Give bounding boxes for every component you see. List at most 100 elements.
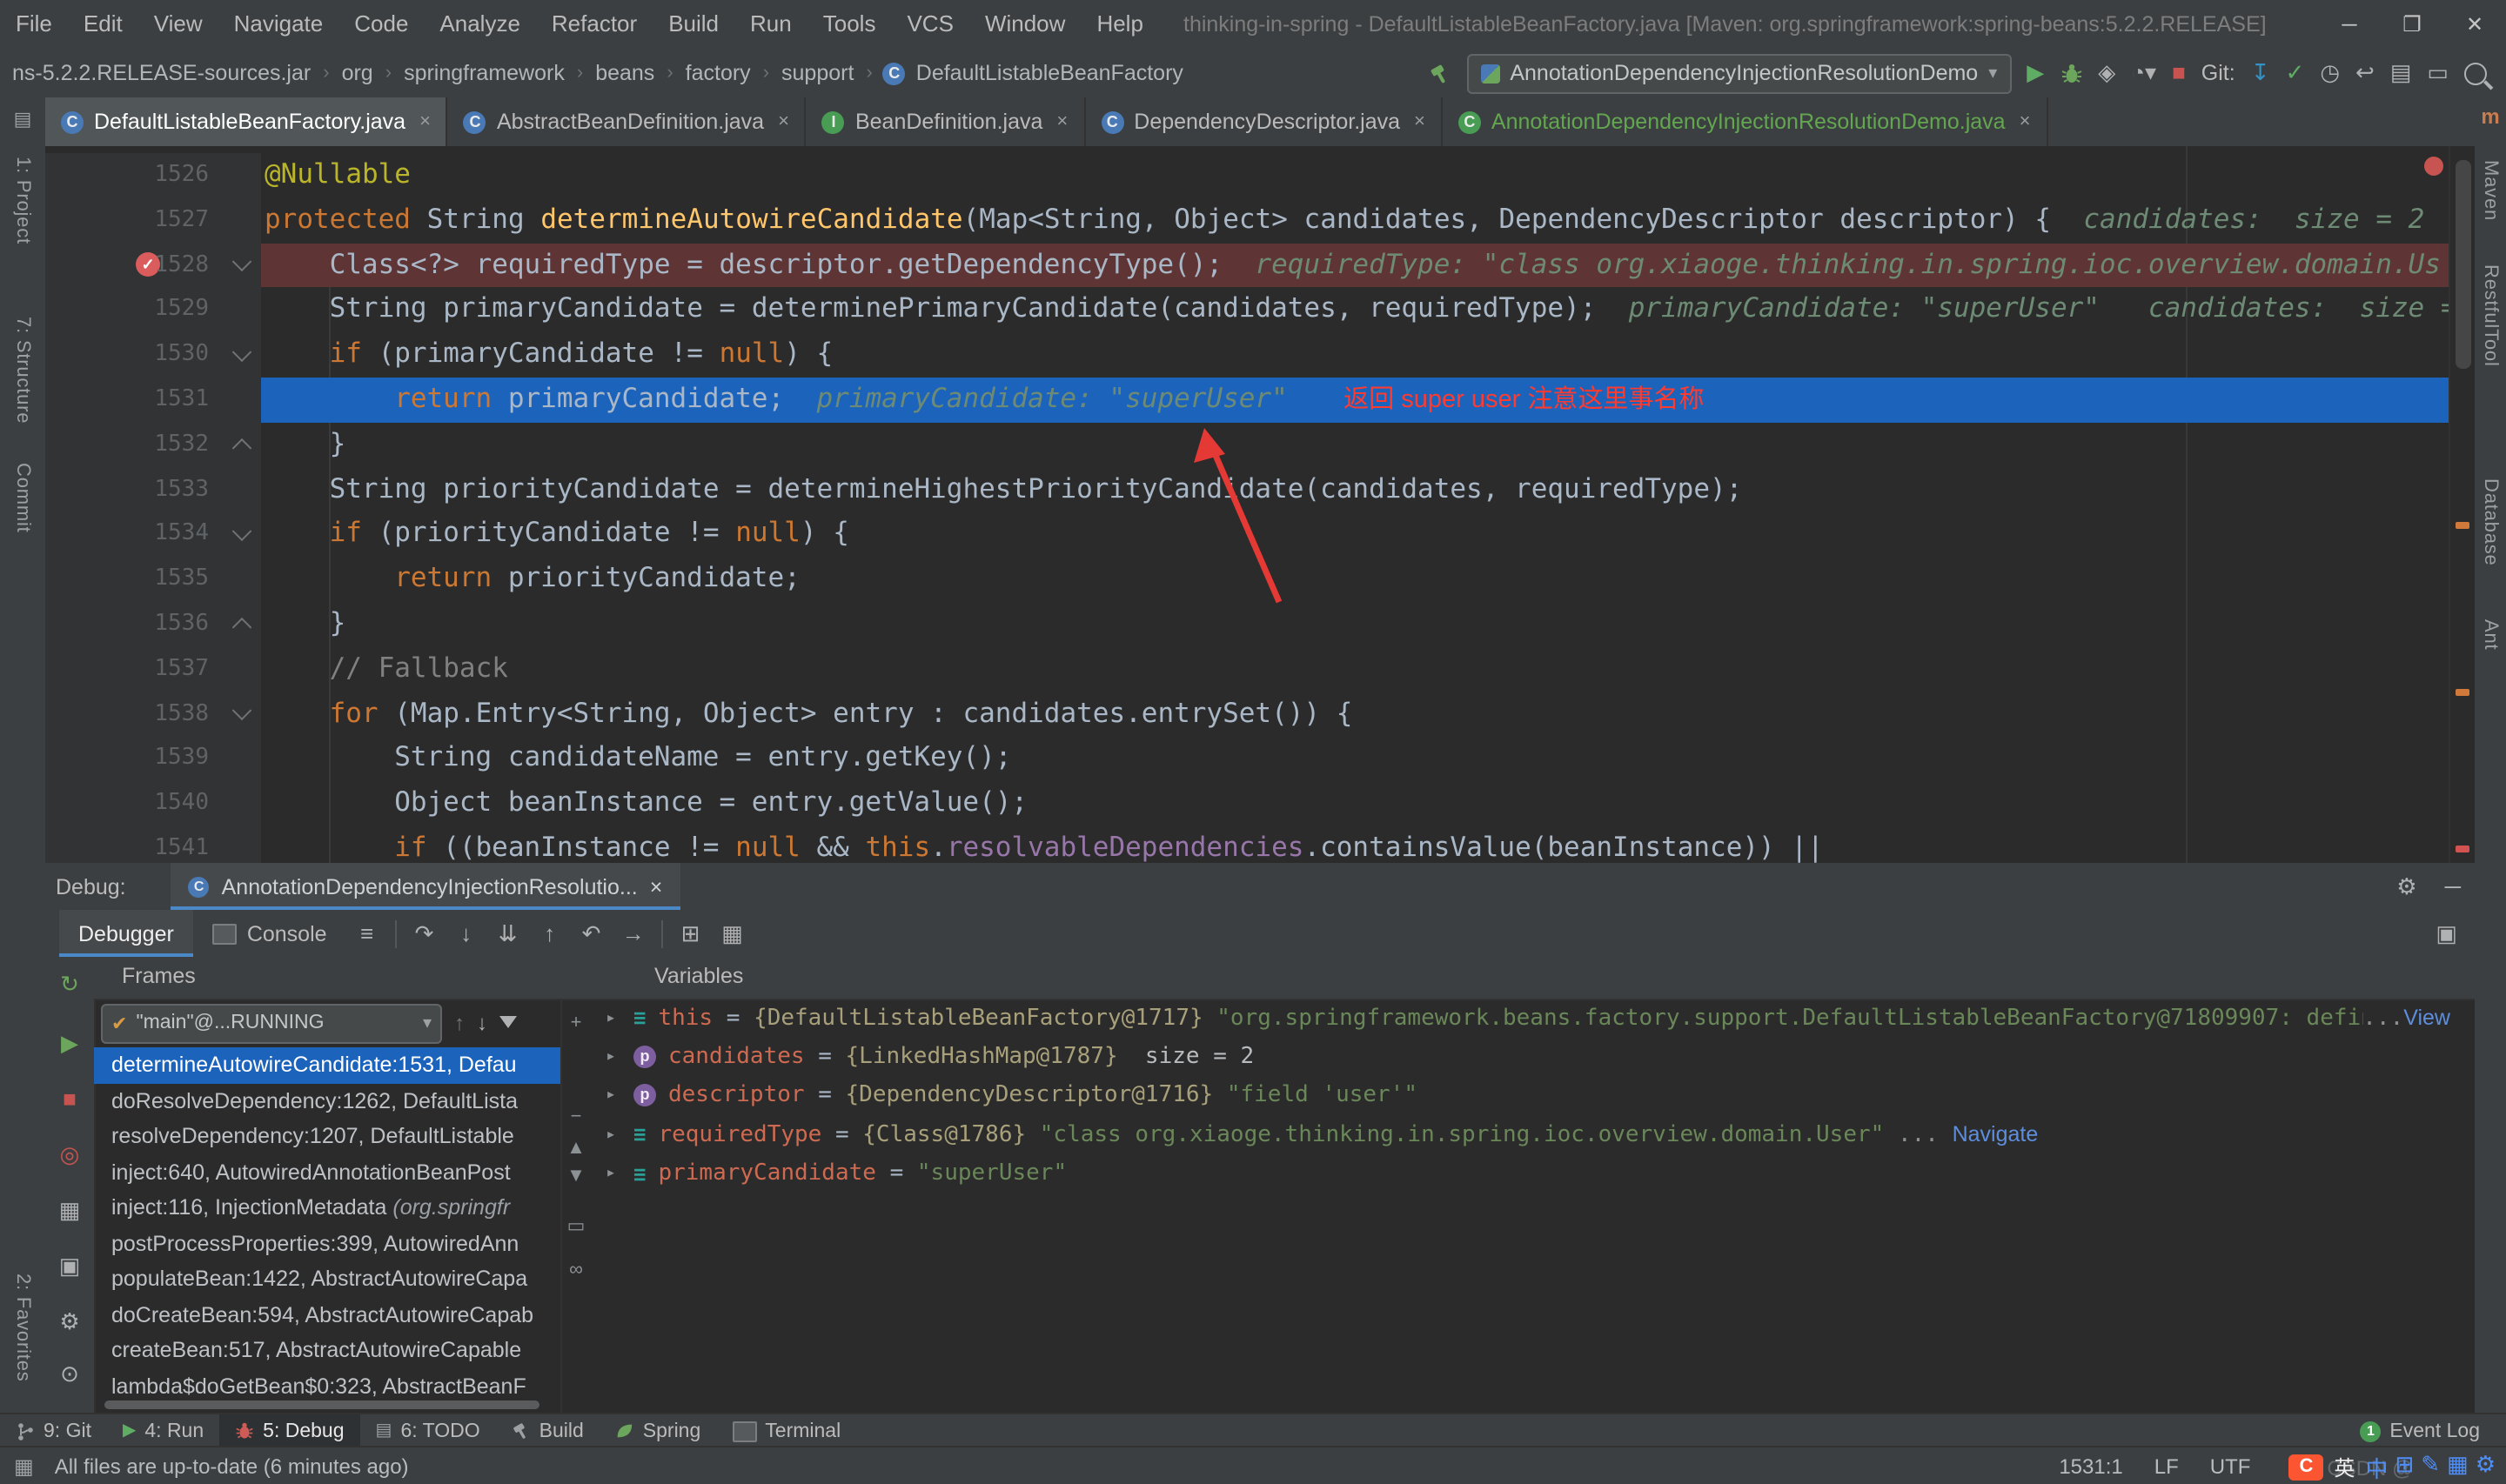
resume-icon[interactable]: ▶ bbox=[45, 1030, 94, 1058]
collapse-icon[interactable]: − bbox=[560, 1106, 592, 1127]
menu-view[interactable]: View bbox=[138, 0, 218, 49]
stack-frame-row[interactable]: resolveDependency:1207, DefaultListable bbox=[94, 1119, 560, 1154]
code-text[interactable]: String priorityCandidate = determineHigh… bbox=[261, 467, 2475, 512]
expand-icon[interactable]: ▸ bbox=[606, 1126, 633, 1145]
debug-session-tab[interactable]: C AnnotationDependencyInjectionResolutio… bbox=[171, 863, 680, 910]
menu-help[interactable]: Help bbox=[1081, 0, 1159, 49]
menu-navigate[interactable]: Navigate bbox=[218, 0, 339, 49]
toolwindow-commit[interactable]: Commit bbox=[12, 463, 33, 533]
code-editor[interactable]: 1526 @Nullable 1527 protected String determ… bbox=[45, 146, 2475, 863]
code-text[interactable]: return primaryCandidate; primaryCandidat… bbox=[261, 377, 2475, 423]
menu-tools[interactable]: Tools bbox=[807, 0, 892, 49]
fold-marker[interactable] bbox=[231, 522, 252, 542]
fold-marker[interactable] bbox=[231, 701, 252, 722]
breadcrumb-item[interactable]: factory bbox=[684, 61, 753, 85]
editor-tab[interactable]: C AnnotationDependencyInjectionResolution… bbox=[1443, 97, 2048, 146]
editor-tab[interactable]: C AbstractBeanDefinition.java × bbox=[448, 97, 807, 146]
toolwindow-button-terminal[interactable]: Terminal bbox=[716, 1414, 856, 1447]
stack-frame-row[interactable]: lambda$doGetBean$0:323, AbstractBeanF bbox=[94, 1368, 560, 1399]
toolwindow-favorites[interactable]: 2: Favorites bbox=[12, 1273, 33, 1382]
expand-icon[interactable]: ▸ bbox=[606, 1047, 633, 1066]
breadcrumb-item[interactable]: springframework bbox=[402, 61, 566, 85]
profiler-button[interactable]: ◔▾ bbox=[2131, 49, 2156, 97]
close-icon[interactable]: × bbox=[650, 874, 663, 899]
scroll-down-icon[interactable]: ▼ bbox=[560, 1166, 592, 1187]
menu-analyze[interactable]: Analyze bbox=[424, 0, 536, 49]
code-text[interactable]: protected String determineAutowireCandid… bbox=[261, 198, 2475, 244]
stop-button[interactable]: ■ bbox=[2172, 49, 2186, 97]
restore-layout-icon[interactable]: ▣ bbox=[2436, 919, 2457, 947]
toolwindow-project[interactable]: 1: Project bbox=[12, 157, 33, 244]
scrollbar-thumb[interactable] bbox=[2456, 160, 2471, 369]
menu-refactor[interactable]: Refactor bbox=[536, 0, 653, 49]
search-icon[interactable] bbox=[2464, 62, 2487, 84]
code-line[interactable]: 1539 String candidateName = entry.getKey(… bbox=[45, 736, 2475, 782]
maximize-button[interactable]: ❐ bbox=[2381, 0, 2443, 49]
build-hammer-icon[interactable] bbox=[1428, 62, 1451, 84]
shelf-icon[interactable]: ▤ bbox=[2390, 49, 2412, 97]
debug-button[interactable] bbox=[2060, 62, 2082, 84]
tab-debugger[interactable]: Debugger bbox=[59, 910, 193, 957]
code-text[interactable]: Object beanInstance = entry.getValue(); bbox=[261, 781, 2475, 826]
editor-tab[interactable]: I BeanDefinition.java × bbox=[807, 97, 1086, 146]
window-layout-icon[interactable]: ▭ bbox=[2427, 49, 2449, 97]
close-icon[interactable]: × bbox=[1414, 111, 1425, 132]
stack-frame-row[interactable]: postProcessProperties:399, AutowiredAnn bbox=[94, 1226, 560, 1261]
layout-menu-icon[interactable]: ≡ bbox=[346, 920, 388, 946]
prev-frame-icon[interactable]: ↑ bbox=[454, 1011, 465, 1035]
project-icon[interactable]: ▤ bbox=[14, 108, 32, 130]
menu-window[interactable]: Window bbox=[969, 0, 1082, 49]
code-line[interactable]: 1535 return priorityCandidate; bbox=[45, 557, 2475, 602]
variable-row[interactable]: ▸ ≡ this = {DefaultListableBeanFactory@171… bbox=[592, 999, 2475, 1038]
stack-frame-row[interactable]: inject:640, AutowiredAnnotationBeanPost bbox=[94, 1154, 560, 1190]
git-commit-icon[interactable]: ✓ bbox=[2286, 49, 2305, 97]
code-line[interactable]: 1532} bbox=[45, 422, 2475, 468]
code-line[interactable]: 1534 if (priorityCandidate != null) { bbox=[45, 511, 2475, 558]
breadcrumb-item[interactable]: org bbox=[340, 61, 375, 85]
stack-frame-row[interactable]: doCreateBean:594, AbstractAutowireCapab bbox=[94, 1297, 560, 1333]
stack-frame-row[interactable]: doResolveDependency:1262, DefaultLista bbox=[94, 1083, 560, 1119]
step-into-icon[interactable]: ↓ bbox=[446, 920, 487, 946]
thread-selector[interactable]: ✔ "main"@...RUNNING ▾ bbox=[101, 1003, 442, 1043]
stack-frame-row[interactable]: inject:116, InjectionMetadata (org.sprin… bbox=[94, 1190, 560, 1226]
stack-frame-row[interactable]: populateBean:1422, AbstractAutowireCapa bbox=[94, 1261, 560, 1297]
warning-stripe-mark[interactable] bbox=[2456, 522, 2469, 529]
rollback-icon[interactable]: ↩ bbox=[2355, 49, 2375, 97]
thread-dump-icon[interactable]: ▣ bbox=[45, 1253, 94, 1280]
toolwindow-maven[interactable]: Maven bbox=[2480, 160, 2501, 221]
menu-edit[interactable]: Edit bbox=[68, 0, 138, 49]
step-over-icon[interactable]: ↷ bbox=[404, 919, 446, 947]
editor-tab[interactable]: C DependencyDescriptor.java × bbox=[1085, 97, 1443, 146]
error-stripe-mark[interactable] bbox=[2456, 846, 2469, 852]
close-icon[interactable]: × bbox=[778, 111, 789, 132]
coverage-button[interactable]: ◈ bbox=[2098, 49, 2115, 97]
menu-run[interactable]: Run bbox=[734, 0, 807, 49]
toolwindow-button-spring[interactable]: Spring bbox=[600, 1414, 717, 1447]
rerun-icon[interactable]: ↻ bbox=[45, 971, 94, 999]
fold-marker[interactable] bbox=[231, 617, 252, 638]
code-text[interactable]: Class<?> requiredType = descriptor.getDe… bbox=[261, 243, 2475, 288]
scroll-up-icon[interactable]: ▲ bbox=[560, 1138, 592, 1159]
git-update-icon[interactable]: ↧ bbox=[2251, 49, 2270, 97]
breadcrumb-item[interactable]: beans bbox=[593, 61, 656, 85]
code-text[interactable]: // Fallback bbox=[261, 647, 2475, 692]
warning-stripe-mark[interactable] bbox=[2456, 689, 2469, 696]
toolwindow-button-debug[interactable]: 5: Debug bbox=[219, 1414, 360, 1447]
add-watch-icon[interactable]: + bbox=[560, 1013, 592, 1033]
toolwindow-button-run[interactable]: ▶ 4: Run bbox=[107, 1414, 219, 1447]
variable-row[interactable]: ▸ ≡ primaryCandidate = "superUser" bbox=[592, 1154, 2475, 1193]
frames-horizontal-scrollbar[interactable] bbox=[104, 1400, 539, 1409]
expand-icon[interactable]: ▸ bbox=[606, 1008, 633, 1027]
file-encoding[interactable]: UTF bbox=[2210, 1454, 2251, 1479]
close-icon[interactable]: × bbox=[419, 111, 431, 132]
toolwindow-restfultool[interactable]: RestfulTool bbox=[2480, 264, 2501, 367]
minimize-button[interactable]: ─ bbox=[2318, 0, 2381, 49]
code-line[interactable]: 1527 protected String determineAutowireCa… bbox=[45, 197, 2475, 244]
debug-settings-icon[interactable]: ⚙ bbox=[45, 1308, 94, 1336]
close-icon[interactable]: × bbox=[1056, 111, 1068, 132]
variable-row[interactable]: ▸ p descriptor = {DependencyDescriptor@171… bbox=[592, 1077, 2475, 1116]
variable-row[interactable]: ▸ ≡ requiredType = {Class@1786} "class org… bbox=[592, 1115, 2475, 1154]
code-line[interactable]: 1536} bbox=[45, 601, 2475, 647]
stack-frame-row[interactable]: createBean:517, AbstractAutowireCapable bbox=[94, 1333, 560, 1368]
fold-marker[interactable] bbox=[231, 438, 252, 458]
